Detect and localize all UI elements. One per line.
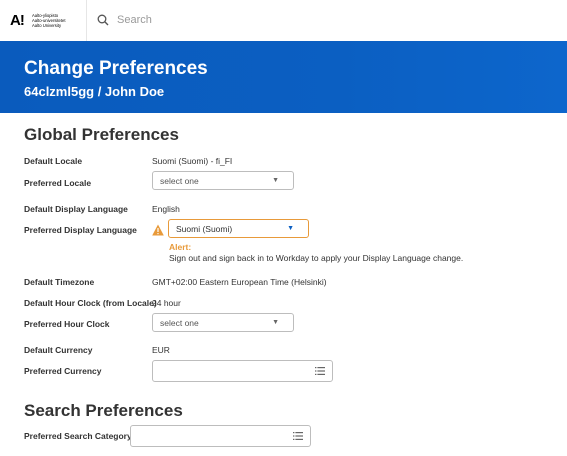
preferred-locale-select[interactable]: select one ▼ <box>152 171 294 190</box>
preferred-display-language-select[interactable]: Suomi (Suomi) ▼ <box>168 219 309 238</box>
default-hour-clock-value: 24 hour <box>152 298 181 308</box>
list-icon[interactable] <box>293 431 303 441</box>
header-divider <box>86 0 87 41</box>
preferred-search-category-label: Preferred Search Category <box>24 431 132 441</box>
default-currency-value: EUR <box>152 345 170 355</box>
default-timezone-value: GMT+02:00 Eastern European Time (Helsink… <box>152 277 327 287</box>
search-icon[interactable] <box>97 14 109 26</box>
logo-line-3: Aalto University <box>32 23 62 28</box>
preferred-hour-clock-value: select one <box>160 318 199 328</box>
preferred-search-category-input[interactable] <box>130 425 311 447</box>
default-currency-label: Default Currency <box>24 345 93 355</box>
preferred-currency-input[interactable] <box>152 360 333 382</box>
preferred-hour-clock-select[interactable]: select one ▼ <box>152 313 294 332</box>
top-bar: A! Aalto-yliopisto Aalto-universitetet A… <box>0 0 567 42</box>
page-title: Change Preferences <box>24 58 208 79</box>
logo-letters: A! <box>10 12 25 29</box>
alert-message: Sign out and sign back in to Workday to … <box>169 253 464 263</box>
default-locale-value: Suomi (Suomi) - fi_FI <box>152 156 233 166</box>
search-input[interactable]: Search <box>117 14 152 26</box>
preferred-locale-label: Preferred Locale <box>24 178 92 188</box>
aalto-logo[interactable]: A! Aalto-yliopisto Aalto-universitetet A… <box>10 11 70 31</box>
chevron-down-icon: ▼ <box>272 319 279 326</box>
warning-icon <box>152 224 164 236</box>
logo-text: Aalto-yliopisto Aalto-universitetet Aalt… <box>32 13 72 28</box>
chevron-down-icon: ▼ <box>287 225 294 232</box>
preferred-locale-value: select one <box>160 176 199 186</box>
alert-title: Alert: <box>169 242 192 252</box>
preferred-hour-clock-label: Preferred Hour Clock <box>24 319 110 329</box>
search-preferences-title: Search Preferences <box>24 401 183 420</box>
default-hour-clock-label: Default Hour Clock (from Locale) <box>24 298 157 308</box>
default-display-language-label: Default Display Language <box>24 204 128 214</box>
default-timezone-label: Default Timezone <box>24 277 95 287</box>
chevron-down-icon: ▼ <box>272 177 279 184</box>
preferred-currency-label: Preferred Currency <box>24 366 102 376</box>
default-locale-label: Default Locale <box>24 156 83 166</box>
page-subtitle: 64clzml5gg / John Doe <box>24 84 165 99</box>
preferred-display-language-value: Suomi (Suomi) <box>176 224 233 234</box>
preferred-display-language-label: Preferred Display Language <box>24 225 137 235</box>
default-display-language-value: English <box>152 204 180 214</box>
list-icon[interactable] <box>315 366 325 376</box>
global-preferences-title: Global Preferences <box>24 125 179 144</box>
page-banner: Change Preferences 64clzml5gg / John Doe <box>0 41 567 113</box>
